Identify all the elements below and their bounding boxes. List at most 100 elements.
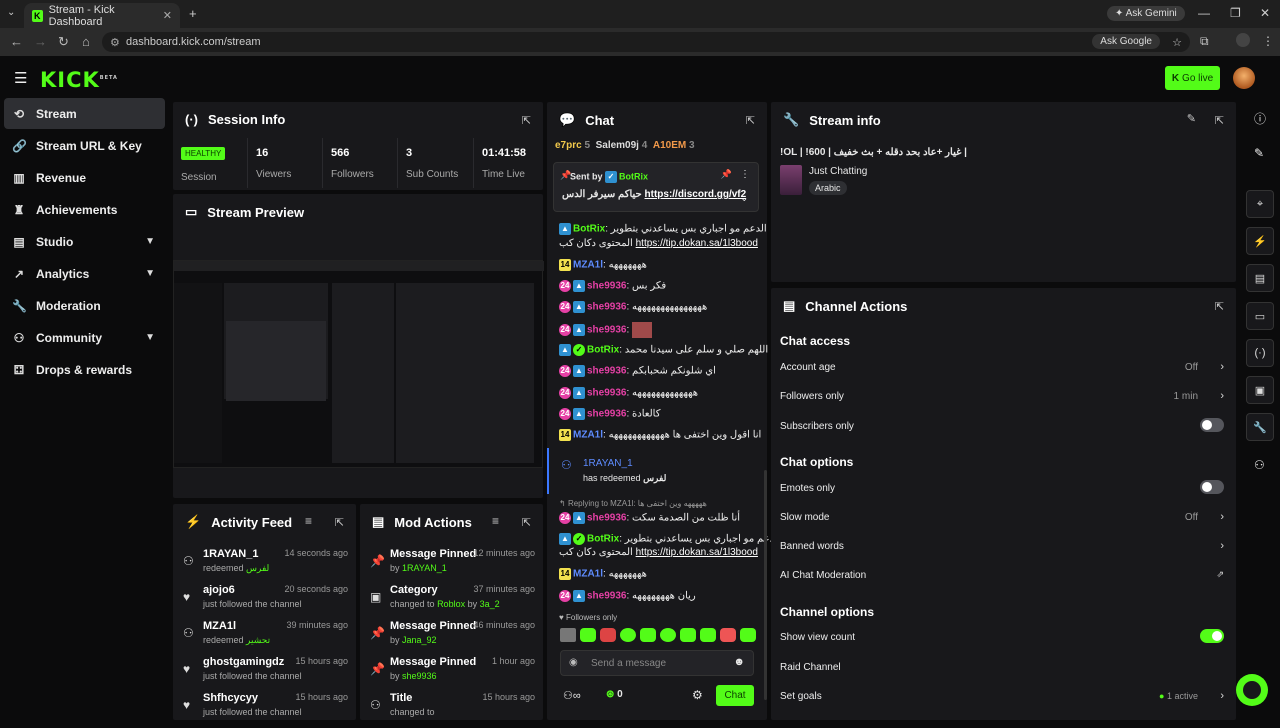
rail-mod-actions-button[interactable]: ▤ [1246, 264, 1274, 292]
rail-session-button[interactable]: (·) [1246, 339, 1274, 367]
feed-sub: just followed the channel [203, 671, 302, 681]
home-icon[interactable]: ⌂ [82, 34, 90, 49]
emote-icon[interactable] [580, 628, 596, 642]
user-avatar[interactable] [1233, 67, 1255, 89]
back-icon[interactable]: ← [10, 34, 23, 49]
popout-icon[interactable]: ⇱ [522, 114, 531, 127]
hamburger-icon[interactable]: ☰ [14, 69, 27, 87]
account-age-row[interactable]: Account age Off › [780, 361, 1226, 390]
emoji-icon[interactable]: ☻ [733, 656, 745, 668]
rail-focus-button[interactable]: ⌖ [1246, 190, 1274, 218]
menu-icon[interactable]: ⋮ [1262, 34, 1274, 48]
session-info-title: (·) Session Info [185, 112, 286, 127]
set-goals-row[interactable]: Set goals ● 1 active › [780, 690, 1226, 719]
studio-icon: ▤ [13, 234, 25, 249]
mod-time: 37 minutes ago [473, 584, 535, 594]
url-input[interactable]: ⚙ dashboard.kick.com/stream Ask Google ☆ [102, 32, 1190, 52]
bookmark-star-icon[interactable]: ☆ [1172, 36, 1182, 49]
forward-icon[interactable]: → [34, 34, 47, 49]
community-icon[interactable]: ⚇∞ [563, 689, 581, 702]
chat-input[interactable]: ◉ Send a message ☻ [560, 650, 754, 676]
banned-words-row[interactable]: Banned words › [780, 540, 1226, 569]
filter-icon[interactable]: ≡ [492, 514, 499, 528]
emote-icon[interactable] [700, 628, 716, 642]
subscribers-only-toggle[interactable] [1200, 418, 1224, 432]
rail-actions-button[interactable]: ▣ [1246, 376, 1274, 404]
sidebar-item-analytics[interactable]: ↗ Analytics ▼ [4, 258, 165, 289]
chat-settings-icon[interactable]: ⚙ [692, 688, 703, 702]
emote-icon[interactable] [620, 628, 636, 642]
stat-divider [473, 138, 474, 188]
site-info-icon[interactable]: ⚙ [110, 36, 120, 49]
popout-icon[interactable]: ⇱ [1215, 300, 1224, 313]
tab-list-icon[interactable]: ⌄ [7, 7, 15, 18]
extensions-icon[interactable]: ⧉ [1200, 34, 1209, 49]
go-live-button[interactable]: K Go live [1165, 66, 1220, 90]
unpin-icon[interactable]: 📌 [721, 169, 732, 180]
emote-icon[interactable] [740, 628, 756, 642]
pin-icon: 📌 [370, 662, 385, 676]
followers-only-row[interactable]: Followers only 1 min › [780, 390, 1226, 419]
status-label: Session [181, 172, 217, 183]
stream-title-text: !OL | !600 | غيار +عاد بحد دقله + بث خفي… [780, 147, 967, 158]
sidebar-item-community[interactable]: ⚇ Community ▼ [4, 322, 165, 353]
new-tab-icon[interactable]: + [189, 6, 197, 21]
minimize-icon[interactable]: — [1198, 6, 1210, 20]
emote-icon[interactable] [600, 628, 616, 642]
sidebar-item-achievements[interactable]: ♜ Achievements [4, 194, 165, 225]
reload-icon[interactable]: ↻ [58, 34, 69, 50]
emote-icon[interactable] [560, 628, 576, 642]
mod-action: Category [390, 584, 438, 596]
help-button[interactable] [1236, 674, 1268, 706]
close-window-icon[interactable]: ✕ [1260, 6, 1270, 20]
points-display[interactable]: ⊛ 0 [606, 689, 623, 700]
sidebar-item-drops[interactable]: ⚃ Drops & rewards [4, 354, 165, 385]
chat-send-button[interactable]: Chat [716, 685, 754, 706]
chevron-down-icon[interactable]: ⌄ [740, 193, 748, 204]
sidebar-item-studio[interactable]: ▤ Studio ▼ [4, 226, 165, 257]
show-view-count-toggle[interactable] [1200, 629, 1224, 643]
popout-icon[interactable]: ⇱ [522, 516, 531, 529]
emote-icon[interactable] [680, 628, 696, 642]
rail-chat-button[interactable]: ▭ [1246, 302, 1274, 330]
sidebar-item-stream[interactable]: ⟲ Stream [4, 98, 165, 129]
rail-activity-button[interactable]: ⚡ [1246, 227, 1274, 255]
slow-mode-row[interactable]: Slow mode Off › [780, 511, 1226, 540]
edit-icon[interactable]: ✎ [1187, 112, 1196, 125]
popout-icon[interactable]: ⇱ [746, 114, 755, 127]
sidebar-item-moderation[interactable]: 🔧 Moderation [4, 290, 165, 321]
chat-message: 14 MZA1l: انا اقول وين اختفى ها ههههههههه… [559, 429, 762, 441]
restore-icon[interactable]: ❐ [1230, 6, 1241, 20]
record-icon: ◉ [569, 657, 578, 668]
emote-icon[interactable] [640, 628, 656, 642]
sidebar-item-revenue[interactable]: ▥ Revenue [4, 162, 165, 193]
emote-icon[interactable] [720, 628, 736, 642]
chat-scrollbar[interactable] [764, 470, 767, 700]
activity-feed-panel: ⚡ Activity Feed ≡ ⇱ ⚇ 1RAYAN_1 14 seconds… [173, 504, 356, 720]
edit-layout-icon[interactable]: ✎ [1254, 146, 1264, 160]
broadcast-icon: (·) [185, 112, 198, 127]
chat-bubble-icon: ▭ [1254, 310, 1266, 323]
emote-bar [560, 628, 756, 644]
emote-icon[interactable] [660, 628, 676, 642]
kick-favicon-icon: K [32, 9, 43, 22]
ask-gemini-button[interactable]: ✦ Ask Gemini [1107, 6, 1185, 21]
popout-icon[interactable]: ⇱ [1215, 114, 1224, 127]
popout-icon[interactable]: ⇱ [335, 516, 344, 529]
emotes-only-toggle[interactable] [1200, 480, 1224, 494]
kick-logo[interactable]: KICKBETA [40, 68, 118, 92]
info-icon[interactable]: ⓘ [1254, 110, 1266, 127]
close-tab-icon[interactable]: ✕ [163, 9, 172, 22]
community-icon[interactable]: ⚇ [1254, 458, 1265, 472]
more-icon[interactable]: ⋮ [740, 169, 750, 180]
ai-moderation-row[interactable]: AI Chat Moderation ⇗ [780, 569, 1226, 598]
filter-icon[interactable]: ≡ [305, 514, 312, 528]
sidebar-item-stream-url[interactable]: 🔗 Stream URL & Key [4, 130, 165, 161]
pinned-message[interactable]: 📌 Sent by ✓ BotRix حياكم سيرفر الدس https… [553, 162, 759, 212]
raid-channel-row[interactable]: Raid Channel [780, 662, 1226, 690]
stream-video[interactable] [173, 260, 544, 468]
profile-icon[interactable] [1236, 33, 1250, 47]
browser-tab[interactable]: K Stream - Kick Dashboard ✕ [24, 3, 180, 28]
rail-stream-info-button[interactable]: 🔧 [1246, 413, 1274, 441]
ask-google-button[interactable]: Ask Google [1092, 34, 1160, 49]
